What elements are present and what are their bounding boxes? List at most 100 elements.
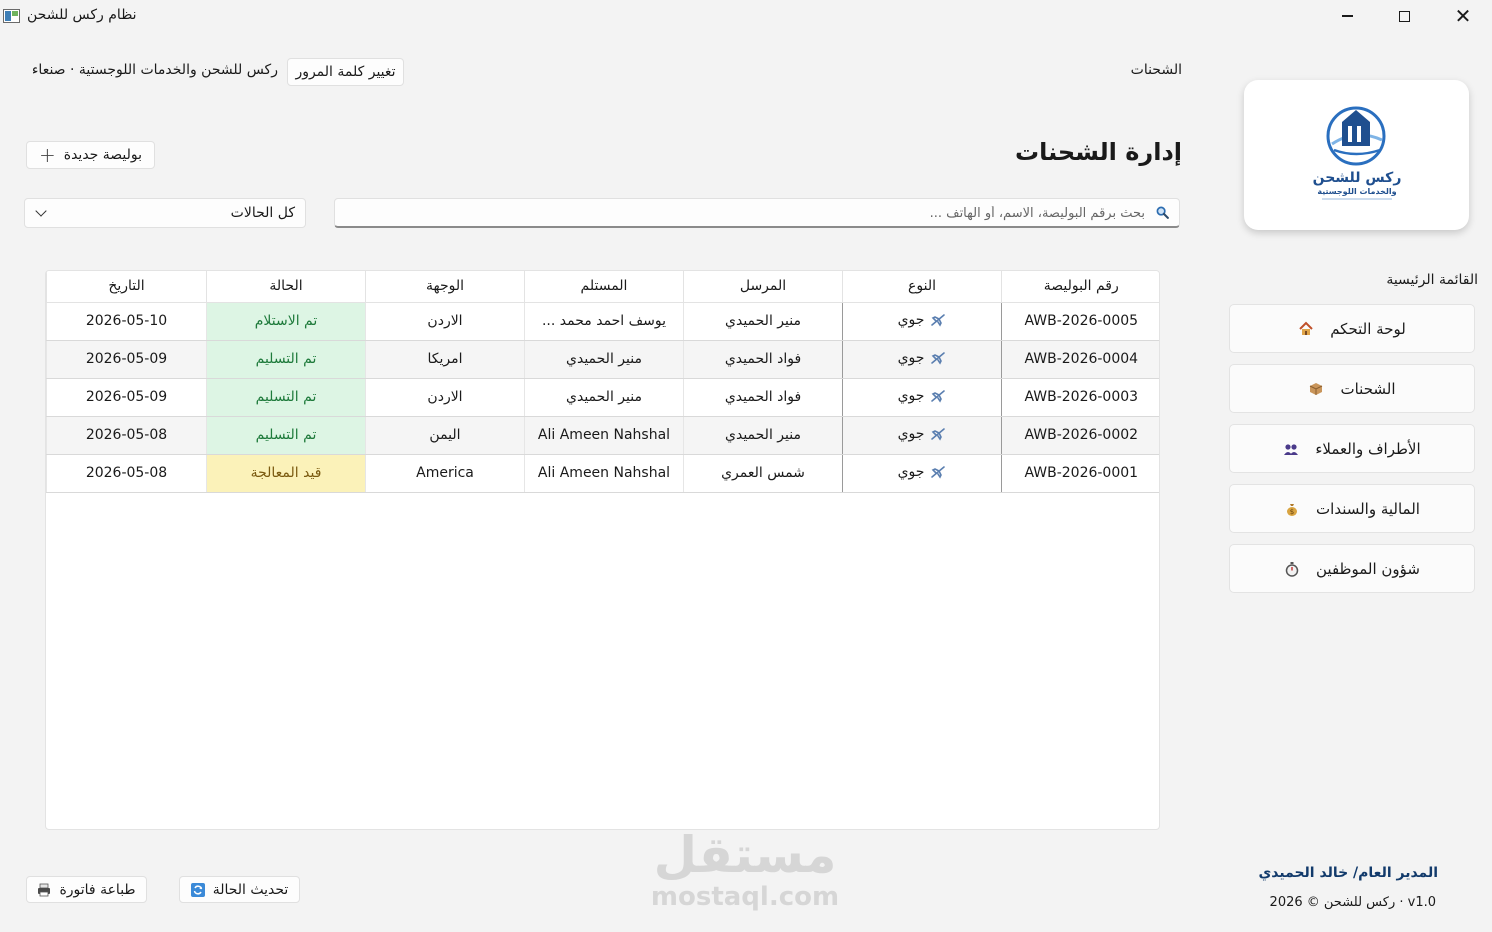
awb-cell: AWB-2026-0004 [1001,340,1159,379]
type-label: جوي [897,425,925,442]
company-name: ركس للشحن والخدمات اللوجستية · صنعاء [31,62,278,78]
printer-icon [38,883,51,896]
type-cell: جوي [842,340,1002,379]
status-cell: قيد المعالجة [206,454,366,493]
table-header-row: رقم البوليصة النوع المرسل المستلم الوجهة… [46,271,1159,303]
minimize-button[interactable] [1324,0,1370,32]
window-title: نظام ركس للشحن [27,7,137,23]
logo-name: ركس للشحن [1313,170,1402,186]
search-icon [1156,206,1169,219]
airplane-icon [931,313,946,327]
print-invoice-label: طباعة فاتورة [59,881,136,898]
receiver-cell: Ali Ameen Nahshal [524,454,684,493]
company-logo: ركس للشحن والخدمات اللوجستية [1313,106,1402,200]
status-cell: تم التسليم [206,340,366,379]
sidebar-item-finance[interactable]: المالية والسندات $ [1229,484,1475,533]
sidebar-item-label: لوحة التحكم [1330,319,1406,338]
chevron-down-icon [35,205,47,217]
type-label: جوي [897,311,925,328]
sidebar-item-hr[interactable]: شؤون الموظفين [1229,544,1475,593]
stopwatch-icon [1285,561,1299,577]
sidebar-item-dashboard[interactable]: لوحة التحكم [1229,304,1475,353]
refresh-status-button[interactable]: تحديث الحالة [179,876,300,903]
column-header-destination[interactable]: الوجهة [365,271,525,303]
title-bar: نظام ركس للشحن ✕ [0,0,1492,32]
watermark: مستقل mostaql.com [645,826,845,916]
status-cell: تم التسليم [206,378,366,417]
awb-cell: AWB-2026-0005 [1001,302,1159,341]
status-filter-select[interactable]: كل الحالات [24,198,306,228]
table-row[interactable]: AWB-2026-0004 جوي فواد الحميدي منير الحم… [46,340,1159,379]
column-header-status[interactable]: الحالة [206,271,366,303]
date-cell: 2026-05-09 [46,340,207,379]
new-waybill-label: بوليصة جديدة [63,147,143,163]
logo-subtitle: والخدمات اللوجستية [1317,187,1396,196]
package-icon [1310,382,1323,395]
type-label: جوي [897,387,925,404]
svg-text:$: $ [1290,508,1294,516]
manager-name: المدير العام/ خالد الحميدي [1258,865,1438,881]
destination-cell: الاردن [365,378,525,417]
users-icon [1284,443,1299,455]
receiver-cell: Ali Ameen Nahshal [524,416,684,455]
type-cell: جوي [842,378,1002,417]
table-row[interactable]: AWB-2026-0005 جوي منير الحميدي يوسف احمد… [46,302,1159,341]
sender-cell: فواد الحميدي [683,340,843,379]
close-button[interactable]: ✕ [1440,0,1486,32]
search-box[interactable] [334,198,1180,228]
table-row[interactable]: AWB-2026-0001 جوي شمس العمري Ali Ameen N… [46,454,1159,493]
close-icon: ✕ [1454,4,1472,28]
airplane-icon [931,351,946,365]
sender-cell: شمس العمري [683,454,843,493]
column-header-type[interactable]: النوع [842,271,1002,303]
type-cell: جوي [842,416,1002,455]
sidebar-item-parties-customers[interactable]: الأطراف والعملاء [1229,424,1475,473]
column-header-date[interactable]: التاريخ [46,271,207,303]
destination-cell: اليمن [365,416,525,455]
money-bag-icon: $ [1287,503,1298,516]
sender-cell: منير الحميدي [683,416,843,455]
airplane-icon [931,389,946,403]
type-label: جوي [897,463,925,480]
new-waybill-button[interactable]: بوليصة جديدة + [26,141,155,169]
watermark-latin: mostaql.com [650,882,840,912]
search-input[interactable] [355,203,1145,223]
date-cell: 2026-05-09 [46,378,207,417]
type-cell: جوي [842,302,1002,341]
status-filter-value: كل الحالات [230,205,295,221]
destination-cell: الاردن [365,302,525,341]
copyright-text: ركس للشحن © 2026 · v1.0 [1269,895,1436,910]
awb-cell: AWB-2026-0001 [1001,454,1159,493]
refresh-icon [190,882,205,897]
airplane-icon [931,465,946,479]
page-title: إدارة الشحنات [1015,138,1182,166]
receiver-cell: منير الحميدي [524,378,684,417]
plus-icon: + [38,143,56,167]
receiver-cell: منير الحميدي [524,340,684,379]
table-row[interactable]: AWB-2026-0002 جوي منير الحميدي Ali Ameen… [46,416,1159,455]
date-cell: 2026-05-08 [46,454,207,493]
table-row[interactable]: AWB-2026-0003 جوي فواد الحميدي منير الحم… [46,378,1159,417]
column-header-sender[interactable]: المرسل [683,271,843,303]
change-password-button[interactable]: تغيير كلمة المرور [287,58,404,86]
sidebar-item-label: الأطراف والعملاء [1315,439,1421,458]
app-icon [3,9,20,23]
column-header-awb[interactable]: رقم البوليصة [1001,271,1159,303]
sidebar-item-label: المالية والسندات [1316,499,1420,518]
column-header-receiver[interactable]: المستلم [524,271,684,303]
minimize-icon [1341,15,1353,17]
date-cell: 2026-05-08 [46,416,207,455]
watermark-arabic: مستقل [653,826,838,884]
print-invoice-button[interactable]: طباعة فاتورة [26,876,147,903]
maximize-button[interactable] [1381,0,1427,32]
refresh-status-label: تحديث الحالة [212,881,289,898]
sidebar-item-shipments[interactable]: الشحنات [1229,364,1475,413]
airplane-icon [931,427,946,441]
sidebar-item-label: شؤون الموظفين [1316,559,1420,578]
receiver-cell: يوسف احمد محمد ... [524,302,684,341]
main-menu-heading: القائمة الرئيسية [1386,272,1478,288]
type-label: جوي [897,349,925,366]
maximize-icon [1398,10,1410,22]
sidebar-item-label: الشحنات [1340,379,1396,398]
destination-cell: America [365,454,525,493]
